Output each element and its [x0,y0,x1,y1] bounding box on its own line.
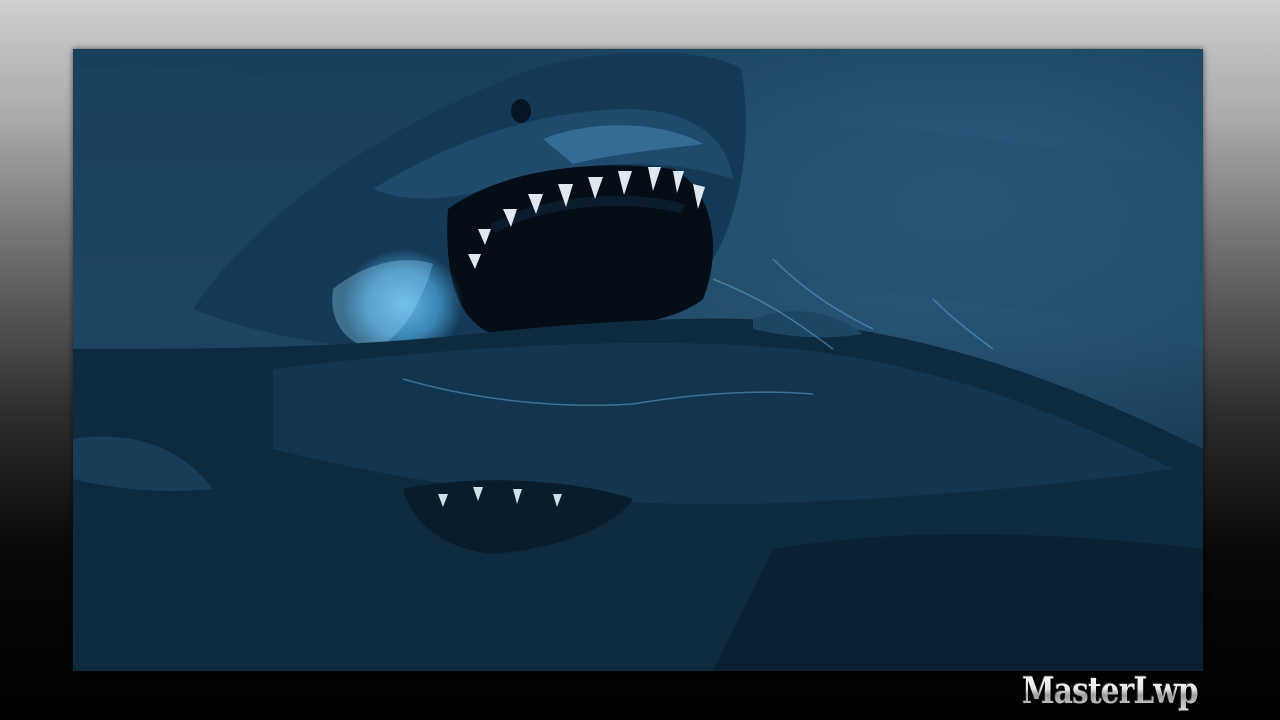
watermark-logo: MasterLwp [1022,670,1222,718]
shark-eye [511,99,531,123]
watermark-text: MasterLwp [1022,670,1199,712]
shadow-bottom [713,534,1203,671]
shark-painting [73,49,1203,671]
shark-mouth [447,165,713,339]
wallpaper-artwork [73,49,1203,671]
